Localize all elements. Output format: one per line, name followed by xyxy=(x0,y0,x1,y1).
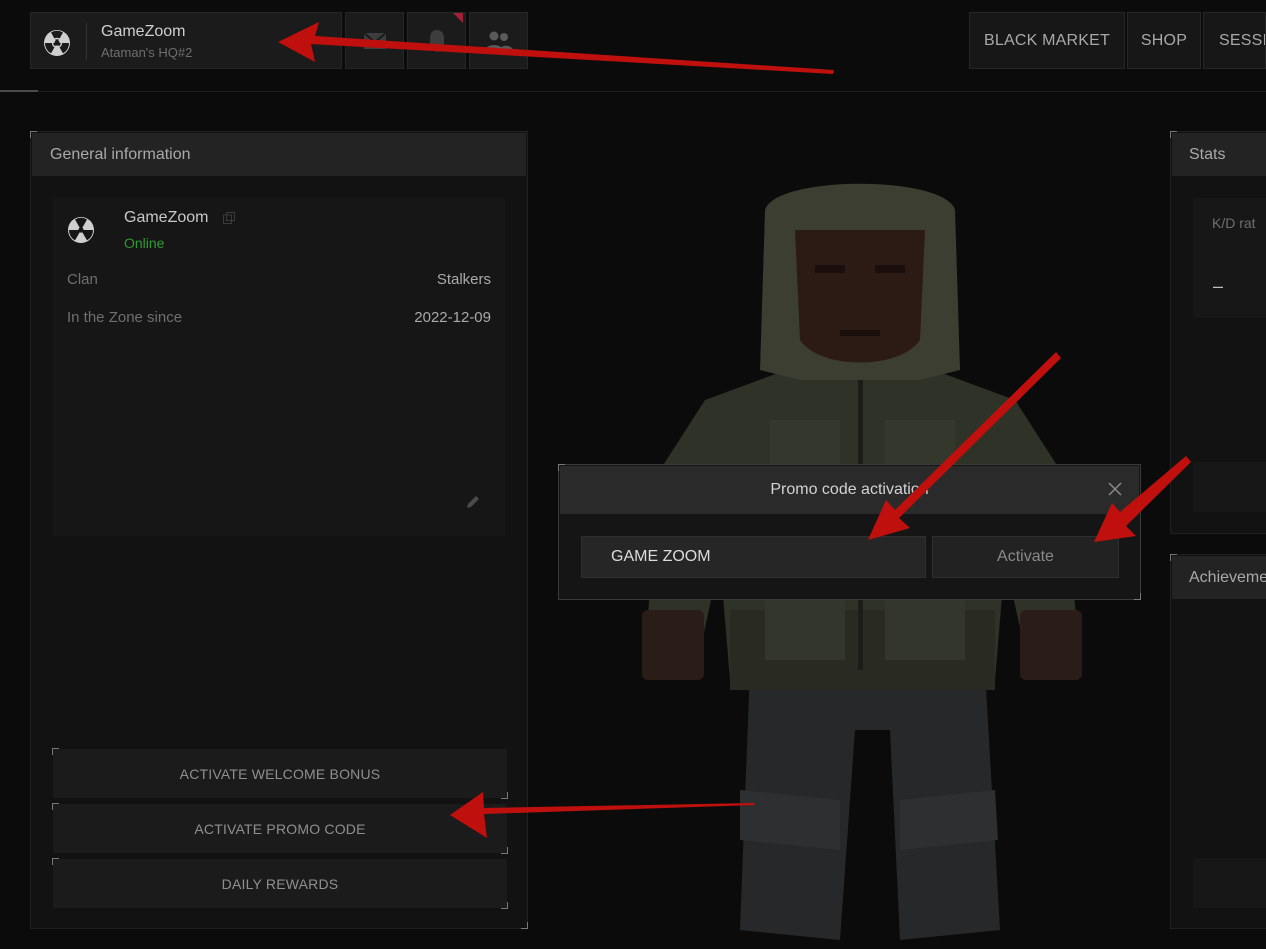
nav-shop[interactable]: SHOP xyxy=(1127,12,1201,69)
clan-label: Clan xyxy=(67,271,98,288)
nav-shop-label: SHOP xyxy=(1140,31,1188,49)
nav-sessions-label: SESSIO xyxy=(1219,31,1265,49)
achievements-card xyxy=(1193,858,1266,908)
header-accent xyxy=(0,90,38,92)
friends-button[interactable] xyxy=(469,12,528,69)
daily-rewards-label: DAILY REWARDS xyxy=(221,875,339,892)
bell-icon xyxy=(426,29,447,52)
zone-since-row: In the Zone since 2022-12-09 xyxy=(67,309,491,326)
profile-name: GameZoom xyxy=(101,23,186,40)
activate-label: Activate xyxy=(997,548,1054,565)
activate-welcome-bonus-button[interactable]: ACTIVATE WELCOME BONUS xyxy=(52,748,508,799)
notifications-button[interactable] xyxy=(407,12,466,69)
clan-row: Clan Stalkers xyxy=(67,271,491,288)
clan-value: Stalkers xyxy=(436,271,491,288)
promo-code-label: ACTIVATE PROMO CODE xyxy=(194,820,366,837)
modal-title: Promo code activation xyxy=(560,466,1139,514)
mail-button[interactable] xyxy=(345,12,404,69)
stats-extra-card xyxy=(1193,462,1266,512)
activate-button[interactable]: Activate xyxy=(932,536,1119,578)
radiation-logo-icon xyxy=(68,217,94,243)
achievements-panel: Achieveme xyxy=(1170,554,1266,929)
general-info-title: General information xyxy=(32,133,526,176)
kd-card: K/D rat – xyxy=(1193,198,1266,318)
profile-location: Ataman's HQ#2 xyxy=(101,45,193,60)
stats-title: Stats xyxy=(1172,133,1266,176)
copy-icon[interactable] xyxy=(223,212,235,224)
general-info-panel: General information GameZoom Online Clan… xyxy=(30,131,528,929)
promo-code-modal: Promo code activation Activate xyxy=(558,464,1141,600)
zone-since-value: 2022-12-09 xyxy=(414,309,491,326)
kd-label: K/D rat xyxy=(1212,215,1256,231)
nav-sessions[interactable]: SESSIO xyxy=(1203,12,1266,69)
radiation-logo-icon xyxy=(44,30,70,56)
player-status: Online xyxy=(124,235,165,251)
kd-value: – xyxy=(1213,276,1224,296)
pencil-icon[interactable] xyxy=(465,494,481,510)
divider xyxy=(86,23,87,60)
daily-rewards-button[interactable]: DAILY REWARDS xyxy=(52,858,508,909)
friends-icon xyxy=(484,31,513,51)
achievements-title: Achieveme xyxy=(1172,556,1266,599)
activate-promo-code-button[interactable]: ACTIVATE PROMO CODE xyxy=(52,803,508,854)
zone-since-label: In the Zone since xyxy=(67,309,183,326)
mail-icon xyxy=(363,32,386,49)
notification-indicator xyxy=(453,13,463,23)
welcome-bonus-label: ACTIVATE WELCOME BONUS xyxy=(179,765,381,782)
promo-code-input[interactable] xyxy=(581,536,926,578)
nav-black-market[interactable]: BLACK MARKET xyxy=(969,12,1125,69)
player-card: GameZoom Online Clan Stalkers In the Zon… xyxy=(53,198,505,536)
header-divider xyxy=(0,91,1266,92)
close-icon[interactable] xyxy=(1108,482,1122,496)
stats-panel: Stats K/D rat – xyxy=(1170,131,1266,534)
player-name: GameZoom xyxy=(124,209,209,226)
profile-chip[interactable]: GameZoom Ataman's HQ#2 xyxy=(30,12,342,69)
nav-black-market-label: BLACK MARKET xyxy=(984,31,1110,49)
